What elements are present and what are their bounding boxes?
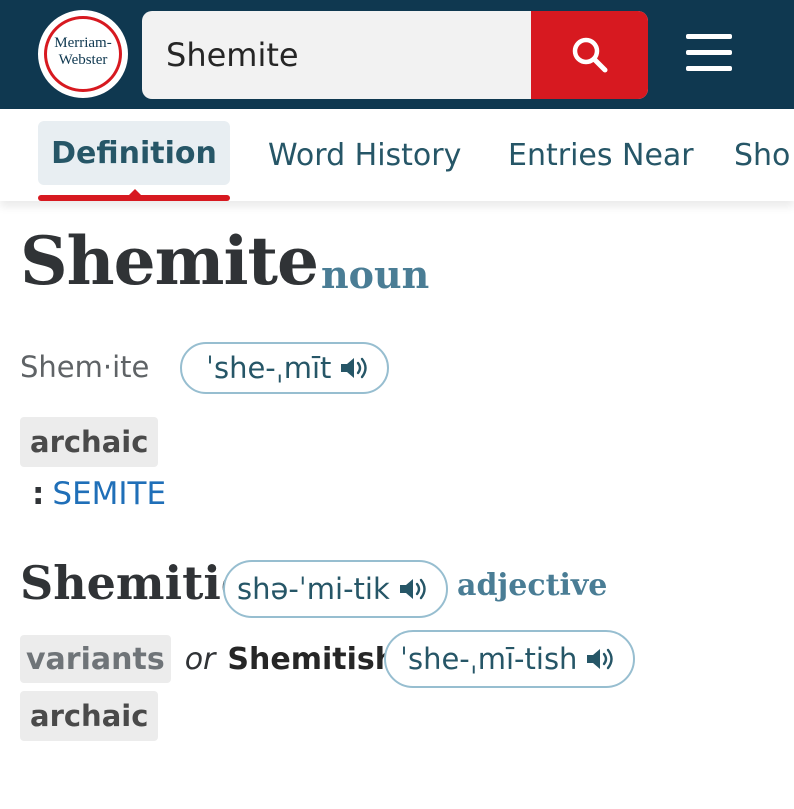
run-on-word: Shemitic bbox=[20, 556, 249, 610]
site-header: Merriam- Webster bbox=[0, 0, 794, 109]
variant-word: Shemitish bbox=[227, 641, 397, 677]
variant-pronunciation-button[interactable]: ˈshe-ˌmī-tish bbox=[384, 630, 636, 688]
headword: Shemite bbox=[20, 222, 319, 300]
run-on-pronunciation-button[interactable]: shə-ˈmi-tik bbox=[223, 560, 448, 618]
usage-label: archaic bbox=[20, 417, 159, 467]
speaker-icon bbox=[585, 647, 617, 671]
run-on-pronunciation-text: shə-ˈmi-tik bbox=[237, 572, 390, 606]
definition: : SEMITE bbox=[32, 476, 166, 512]
logo-line-1: Merriam- bbox=[54, 35, 112, 51]
merriam-webster-logo[interactable]: Merriam- Webster bbox=[38, 10, 128, 98]
or-connector: or bbox=[184, 641, 216, 677]
tab-definition[interactable]: Definition bbox=[38, 121, 230, 185]
search-bar bbox=[142, 11, 648, 99]
variants-label: variants bbox=[20, 635, 171, 683]
definition-colon: : bbox=[32, 476, 45, 512]
tab-show-more[interactable]: Sho bbox=[734, 138, 790, 173]
pronunciation-button[interactable]: ˈshe-ˌmīt bbox=[180, 342, 390, 394]
menu-button[interactable] bbox=[684, 34, 736, 74]
speaker-icon bbox=[398, 577, 430, 601]
logo-text: Merriam- Webster bbox=[41, 35, 125, 69]
variant-pronunciation-text: ˈshe-ˌmī-tish bbox=[400, 642, 578, 676]
part-of-speech[interactable]: noun bbox=[321, 252, 429, 297]
run-on-part-of-speech: adjective bbox=[457, 568, 608, 603]
syllables: Shem·ite bbox=[20, 350, 150, 384]
section-tabs: Definition Word History Entries Near Sho bbox=[0, 109, 794, 201]
search-button[interactable] bbox=[531, 11, 648, 99]
tab-entries-near[interactable]: Entries Near bbox=[508, 138, 694, 173]
pronunciation-text: ˈshe-ˌmīt bbox=[206, 351, 332, 385]
definition-link[interactable]: SEMITE bbox=[52, 476, 166, 512]
active-tab-underline bbox=[38, 195, 230, 201]
variants-line: variants or Shemitish bbox=[20, 634, 396, 684]
logo-line-2: Webster bbox=[58, 52, 108, 68]
search-icon bbox=[572, 37, 607, 73]
run-on-usage-label: archaic bbox=[20, 691, 159, 741]
tab-word-history[interactable]: Word History bbox=[268, 138, 461, 173]
search-input[interactable] bbox=[142, 11, 531, 99]
speaker-icon bbox=[339, 356, 371, 380]
